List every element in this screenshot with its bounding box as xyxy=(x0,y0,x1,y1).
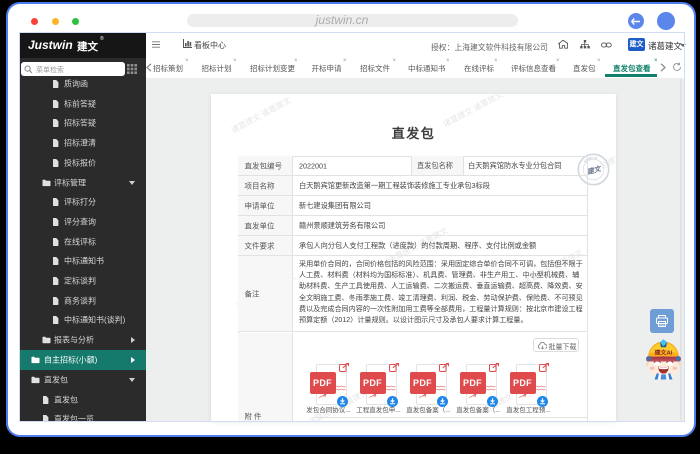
svg-text:建文AI: 建文AI xyxy=(653,348,672,356)
